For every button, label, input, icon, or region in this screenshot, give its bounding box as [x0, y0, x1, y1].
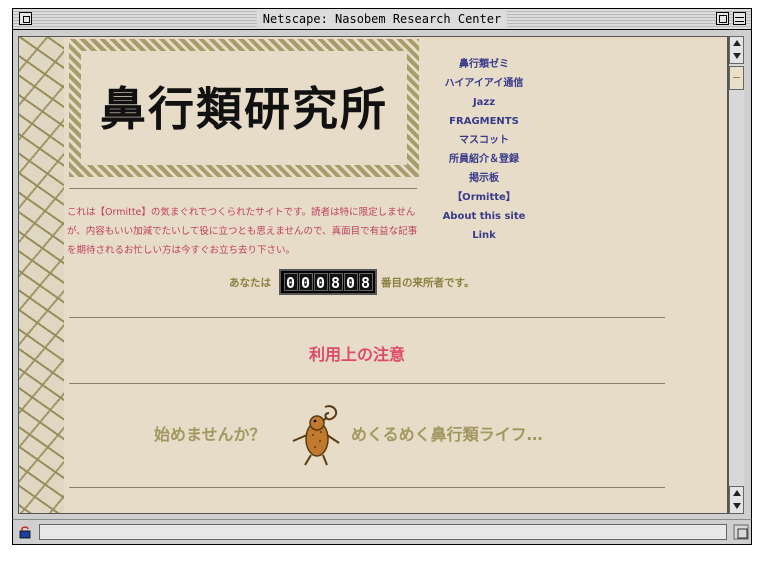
visitor-counter-row: あなたは 0 0 0 8 0 8 番目の来所者です。 [229, 269, 475, 295]
title-bar[interactable]: Netscape: Nasobem Research Center [12, 8, 752, 30]
intro-text: これは【Ormitte】の気まぐれでつくられたサイトです。読者は特に限定しません… [67, 207, 418, 256]
rhinogrades-mascot-icon[interactable] [287, 405, 345, 467]
scroll-up-icon[interactable] [733, 490, 741, 496]
nav-link-fragments[interactable]: FRAGMENTS [434, 112, 534, 131]
divider [69, 383, 665, 384]
counter-digit: 0 [283, 273, 298, 292]
nav-link-bbs[interactable]: 掲示板 [434, 169, 534, 188]
nav-link-seminar[interactable]: 鼻行類ゼミ [434, 55, 534, 74]
scroll-thumb[interactable] [729, 66, 744, 90]
nav-link-members[interactable]: 所員紹介＆登録 [434, 150, 534, 169]
nav-link-mascot[interactable]: マスコット [434, 131, 534, 150]
page-content: 鼻行類研究所 鼻行類ゼミ ハイアイアイ通信 Jazz FRAGMENTS マスコ… [18, 36, 728, 514]
zoom-box-icon[interactable] [716, 12, 729, 25]
counter-digit: 0 [343, 273, 358, 292]
vertical-scrollbar[interactable] [728, 36, 744, 514]
counter-digit: 8 [328, 273, 343, 292]
window-title: Netscape: Nasobem Research Center [256, 11, 508, 27]
nav-link-link[interactable]: Link [434, 226, 534, 245]
scroll-up-icon[interactable] [733, 40, 741, 46]
nav-link-about[interactable]: About this site [434, 207, 534, 226]
scroll-down-icon[interactable] [733, 503, 741, 509]
security-lock-icon[interactable] [18, 525, 32, 539]
slogan-left: 始めませんか？ [154, 425, 266, 444]
scroll-arrows-bottom[interactable] [729, 486, 744, 514]
logo-text: 鼻行類研究所 [100, 82, 388, 136]
counter-prefix: あなたは [229, 276, 271, 289]
slogan-right: めくるめく鼻行類ライフ… [351, 425, 543, 444]
divider [69, 317, 665, 318]
site-nav: 鼻行類ゼミ ハイアイアイ通信 Jazz FRAGMENTS マスコット 所員紹介… [434, 55, 534, 245]
scroll-down-icon[interactable] [733, 53, 741, 59]
resize-grip-icon[interactable] [733, 524, 749, 540]
scroll-arrows-top[interactable] [729, 36, 744, 64]
divider [69, 188, 417, 189]
decorative-sidebar [19, 37, 64, 513]
divider [69, 487, 665, 488]
counter-digit: 8 [358, 273, 373, 292]
nav-link-hiiiii-news[interactable]: ハイアイアイ通信 [434, 74, 534, 93]
counter-digit: 0 [313, 273, 328, 292]
counter-digit: 0 [298, 273, 313, 292]
terms-of-use-link[interactable]: 利用上の注意 [309, 341, 405, 365]
visitor-counter: 0 0 0 8 0 8 [279, 269, 377, 295]
status-message-field [39, 524, 727, 540]
close-box-icon[interactable] [19, 12, 32, 25]
site-logo: 鼻行類研究所 [69, 39, 419, 177]
nav-link-jazz[interactable]: Jazz [434, 93, 534, 112]
counter-suffix: 番目の来所者です。 [381, 276, 475, 289]
nav-link-ormitte[interactable]: 【Ormitte】 [434, 188, 534, 207]
status-bar [12, 519, 752, 545]
collapse-box-icon[interactable] [733, 12, 746, 25]
browser-window: Netscape: Nasobem Research Center 鼻行類研究所… [0, 0, 764, 566]
